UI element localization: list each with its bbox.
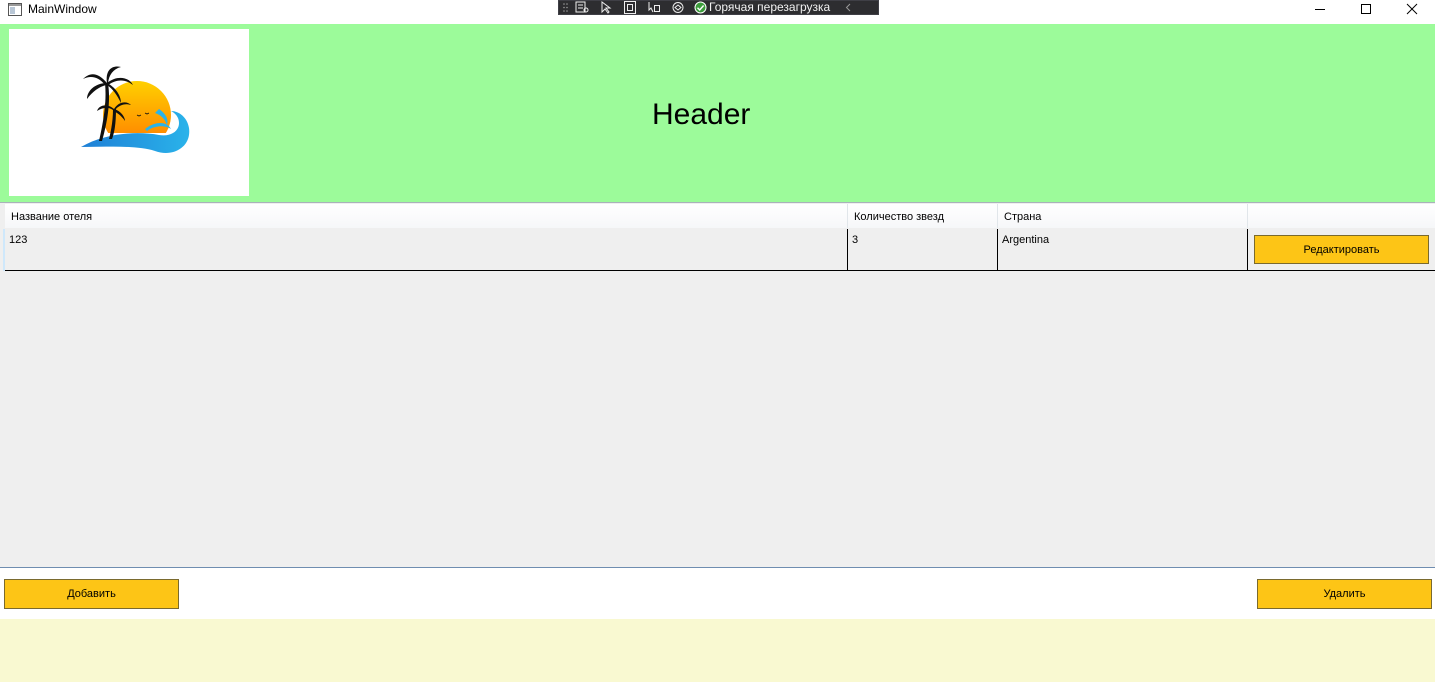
app-window-icon [8,3,22,16]
select-element-button[interactable] [594,1,618,14]
check-circle-icon [694,1,707,14]
maximize-button[interactable] [1343,0,1389,18]
palm-tree-sunset-logo [81,66,190,154]
toolbar-grip-icon[interactable] [562,1,570,14]
close-button[interactable] [1389,0,1435,18]
column-header-country[interactable]: Страна [998,204,1248,228]
header-title: Header [652,98,751,131]
footer-panel [0,619,1435,682]
cell-country[interactable]: Argentina [998,229,1248,270]
minimize-icon [1315,9,1325,10]
xaml-debug-toolbar: Горячая перезагрузка [558,0,879,15]
maximize-icon [1361,4,1371,14]
track-focused-element-button[interactable] [642,1,666,14]
minimize-button[interactable] [1297,0,1343,18]
add-button[interactable]: Добавить [4,579,179,609]
hot-reload-label: Горячая перезагрузка [709,0,831,14]
display-layout-adorners-button[interactable] [618,1,642,14]
close-icon [1406,3,1418,15]
table-row[interactable]: 123 3 Argentina Редактировать [5,229,1435,271]
window-title: MainWindow [28,2,97,16]
hotels-data-grid[interactable]: Название отеля Количество звезд Страна 1… [0,202,1435,568]
cell-hotel-name[interactable]: 123 [5,229,848,270]
cell-actions: Редактировать [1248,229,1435,270]
grid-header-row: Название отеля Количество звезд Страна [5,204,1435,228]
window-controls [1297,0,1435,18]
delete-button[interactable]: Удалить [1257,579,1432,609]
live-visual-tree-button[interactable] [570,1,594,14]
binding-failures-icon [672,2,684,13]
column-header-actions[interactable] [1248,204,1435,228]
live-visual-tree-icon [575,1,589,13]
track-focused-element-icon [648,2,660,13]
binding-failures-button[interactable] [666,1,690,14]
chevron-left-icon[interactable] [844,1,852,14]
header-panel: Header [0,24,1435,202]
cell-stars[interactable]: 3 [848,229,998,270]
column-header-stars[interactable]: Количество звезд [848,204,998,228]
logo-image [9,29,249,196]
display-layout-adorners-icon [624,1,636,14]
hot-reload-status[interactable]: Горячая перезагрузка [694,1,830,14]
select-element-icon [601,1,612,14]
edit-button[interactable]: Редактировать [1254,235,1429,264]
column-header-hotel-name[interactable]: Название отеля [5,204,848,228]
